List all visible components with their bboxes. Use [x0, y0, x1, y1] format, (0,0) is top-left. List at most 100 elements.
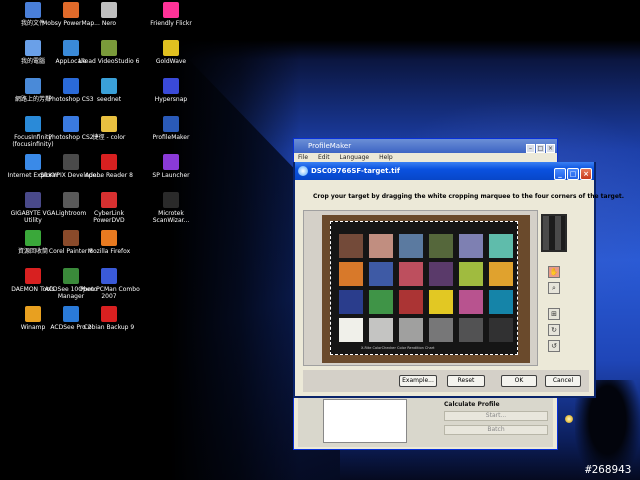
pcman-icon: [101, 268, 117, 284]
audio-icon: [163, 40, 179, 56]
desktop-icon[interactable]: seednet: [78, 78, 140, 103]
profilemaker-titlebar[interactable]: ProfileMaker – □ ×: [294, 139, 557, 153]
color-patch: [429, 318, 453, 342]
app-icon: [25, 116, 41, 132]
cobian-icon: [101, 306, 117, 322]
desktop-icon[interactable]: Open PCMan Combo 2007: [78, 268, 140, 300]
crop-target-dialog[interactable]: DSC09766SF-target.tif _ □ × Crop your targ…: [293, 162, 624, 398]
desktop-icon[interactable]: Cobian Backup 9: [78, 306, 140, 331]
close-icon[interactable]: ×: [580, 168, 592, 180]
dialog-button-bar: Example... Reset OK Cancel: [303, 370, 589, 392]
start-button[interactable]: Start...: [444, 411, 548, 421]
desktop-icon-label: Hypersnap: [154, 96, 188, 103]
color-patch: [489, 262, 513, 286]
cancel-button[interactable]: Cancel: [545, 375, 581, 387]
color-patch: [399, 234, 423, 258]
dialog-title: DSC09766SF-target.tif: [311, 167, 400, 175]
nero-icon: [101, 2, 117, 18]
desktop-icon[interactable]: Mozilla Firefox: [78, 230, 140, 255]
color-checker-chart[interactable]: X-Rite ColorChecker Color Rendition Char…: [330, 221, 518, 355]
rotate-back-icon[interactable]: ↺: [548, 340, 560, 352]
launcher-icon: [163, 154, 179, 170]
grid-icon[interactable]: ⊞: [548, 308, 560, 320]
crop-tool-icon[interactable]: ✋: [548, 266, 560, 278]
color-patch: [459, 318, 483, 342]
target-photo: X-Rite ColorChecker Color Rendition Char…: [322, 215, 530, 363]
color-patch: [489, 318, 513, 342]
minimize-icon[interactable]: _: [554, 168, 566, 180]
acdsee-icon: [63, 306, 79, 322]
reset-button[interactable]: Reset: [447, 375, 485, 387]
rotate-icon[interactable]: ↻: [548, 324, 560, 336]
folder-icon: [101, 116, 117, 132]
window-title: ProfileMaker: [308, 142, 352, 150]
color-patch: [459, 290, 483, 314]
color-patch: [399, 290, 423, 314]
menu-help[interactable]: Help: [379, 154, 393, 161]
folder-documents-icon: [25, 2, 41, 18]
desktop-icon[interactable]: SP Launcher: [140, 154, 202, 179]
desktop-icon-label: ProfileMaker: [152, 134, 190, 141]
network-icon: [25, 78, 41, 94]
desktop-icon[interactable]: CyberLink PowerDVD: [78, 192, 140, 224]
maximize-icon[interactable]: □: [567, 168, 579, 180]
ie-icon: [25, 154, 41, 170]
crop-area: X-Rite ColorChecker Color Rendition Char…: [303, 210, 538, 366]
color-patch: [339, 290, 363, 314]
chart-footer-text: X-Rite ColorChecker Color Rendition Char…: [361, 346, 435, 350]
camera-icon: [163, 78, 179, 94]
desktop-icon[interactable]: GoldWave: [140, 40, 202, 65]
color-patch: [369, 318, 393, 342]
app-icon: [63, 2, 79, 18]
desktop-icon[interactable]: Nero: [78, 2, 140, 27]
desktop-icon[interactable]: Ulead VideoStudio 6: [78, 40, 140, 65]
painter-icon: [63, 230, 79, 246]
color-patch: [399, 262, 423, 286]
calculate-profile-title: Calculate Profile: [444, 401, 500, 408]
ok-button[interactable]: OK: [501, 375, 537, 387]
desktop-icon[interactable]: Hypersnap: [140, 78, 202, 103]
profilemaker-app-icon: [298, 166, 308, 176]
color-patch: [489, 234, 513, 258]
desktop-icon-label: Open PCMan Combo 2007: [78, 286, 140, 300]
desktop-icon[interactable]: Friendly Flickr: [140, 2, 202, 27]
color-patch: [369, 290, 393, 314]
desktop-icon[interactable]: 捷徑 - color: [78, 116, 140, 141]
acdsee-icon: [63, 268, 79, 284]
desktop-icon-label: CyberLink PowerDVD: [93, 210, 125, 224]
pdf-icon: [101, 154, 117, 170]
desktop-icon-label: Adobe Reader 8: [85, 172, 133, 179]
color-patch: [399, 318, 423, 342]
menu-language[interactable]: Language: [340, 154, 370, 161]
target-thumbnail: [541, 214, 567, 252]
color-patch: [489, 290, 513, 314]
example-button[interactable]: Example...: [399, 375, 437, 387]
desktop-icon-label: Mozilla Firefox: [87, 248, 131, 255]
zoom-icon[interactable]: ⌕: [548, 282, 560, 294]
desktop-icon[interactable]: Adobe Reader 8: [78, 154, 140, 179]
close-icon[interactable]: ×: [546, 144, 555, 153]
menu-file[interactable]: File: [298, 154, 308, 161]
desktop-icon-label: Ulead VideoStudio 6: [78, 58, 140, 65]
dialog-titlebar[interactable]: DSC09766SF-target.tif _ □ ×: [295, 162, 594, 180]
desktop-icon[interactable]: ProfileMaker: [140, 116, 202, 141]
profilemaker-icon: [163, 116, 179, 132]
desktop-icon-label: GoldWave: [155, 58, 187, 65]
winamp-icon: [25, 306, 41, 322]
tool-panel: ✋ ⌕ ⊞ ↻ ↺: [541, 210, 591, 370]
gigabyte-icon: [25, 192, 41, 208]
batch-button[interactable]: Batch: [444, 425, 548, 435]
seednet-icon: [101, 78, 117, 94]
scanner-icon: [163, 192, 179, 208]
desktop-icon-label: Microtek ScanWizar...: [152, 210, 190, 224]
video-icon: [101, 40, 117, 56]
desktop-icon-label: seednet: [96, 96, 122, 103]
menu-edit[interactable]: Edit: [318, 154, 330, 161]
minimize-icon[interactable]: –: [526, 144, 535, 153]
color-patch: [459, 234, 483, 258]
color-patch: [459, 262, 483, 286]
recycle-bin-icon: [25, 230, 41, 246]
maximize-icon[interactable]: □: [536, 144, 545, 153]
desktop-icon[interactable]: Microtek ScanWizar...: [140, 192, 202, 224]
color-patch: [369, 234, 393, 258]
